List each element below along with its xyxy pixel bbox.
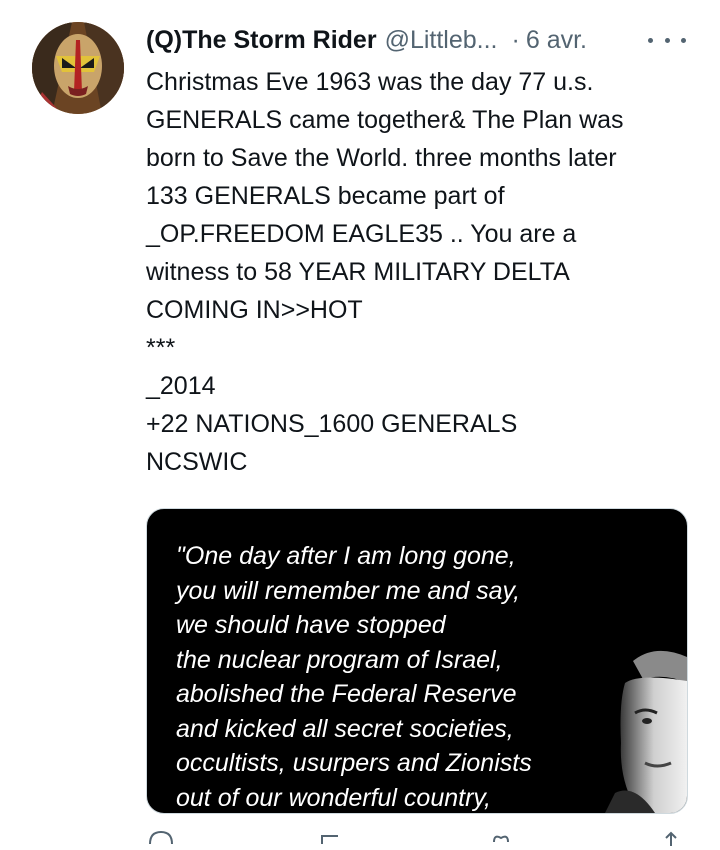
portrait-image (605, 650, 687, 813)
separator: · (511, 25, 520, 54)
more-dots-icon[interactable] (648, 30, 686, 50)
retweet-icon[interactable] (316, 830, 346, 850)
tweet-media[interactable]: "One day after I am long gone, you will … (146, 508, 688, 814)
avatar-image (32, 22, 124, 114)
share-icon[interactable] (656, 830, 686, 850)
avatar[interactable] (32, 22, 124, 114)
tweet-text: Christmas Eve 1963 was the day 77 u.s. G… (146, 68, 624, 476)
like-icon[interactable] (486, 830, 516, 850)
display-name[interactable]: (Q)The Storm Rider (146, 26, 377, 55)
media-quote-text: "One day after I am long gone, you will … (176, 542, 532, 812)
reply-icon[interactable] (146, 830, 176, 850)
user-handle[interactable]: @Littleb... (385, 26, 498, 55)
tweet-header: (Q)The Storm Rider @Littleb... · 6 avr. (146, 22, 696, 58)
tweet-date[interactable]: 6 avr. (526, 26, 587, 55)
tweet-actions (146, 830, 686, 850)
